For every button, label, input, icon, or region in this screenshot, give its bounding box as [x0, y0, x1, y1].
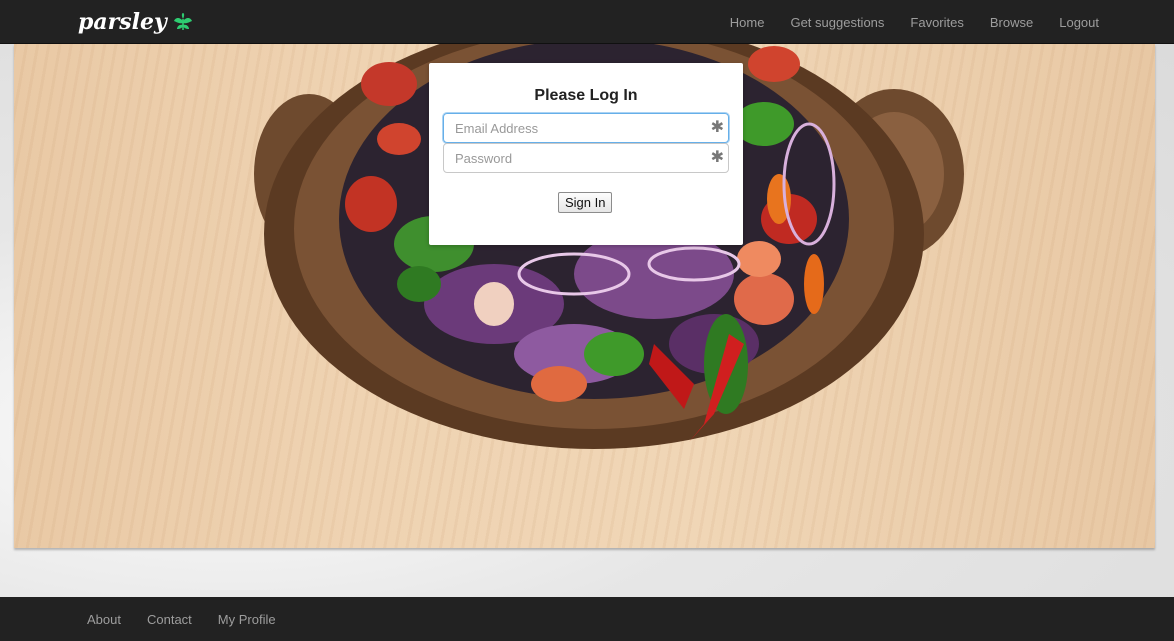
asterisk-icon: ✱ [710, 119, 724, 136]
nav-browse[interactable]: Browse [977, 15, 1046, 30]
asterisk-icon: ✱ [710, 149, 724, 166]
password-field-wrapper: ✱ [443, 143, 729, 173]
footer-my-profile[interactable]: My Profile [205, 612, 289, 627]
footer-contact[interactable]: Contact [134, 612, 205, 627]
login-card: Please Log In ✱ ✱ Sign In [429, 63, 743, 245]
brand-name: parsley [78, 9, 167, 35]
brand-logo[interactable]: parsley [78, 8, 193, 36]
footer-about[interactable]: About [74, 612, 134, 627]
nav-links: Home Get suggestions Favorites Browse Lo… [717, 0, 1112, 44]
email-input[interactable] [444, 114, 728, 142]
nav-logout[interactable]: Logout [1046, 15, 1112, 30]
parsley-leaf-icon [173, 13, 193, 31]
top-navbar: parsley Home Get suggestions Favorites B… [0, 0, 1174, 44]
footer-links: About Contact My Profile [74, 597, 289, 641]
footer: About Contact My Profile [0, 597, 1174, 641]
password-input[interactable] [444, 144, 728, 172]
email-field-wrapper: ✱ [443, 113, 729, 143]
nav-home[interactable]: Home [717, 15, 778, 30]
nav-favorites[interactable]: Favorites [897, 15, 976, 30]
sign-in-button[interactable]: Sign In [558, 192, 613, 213]
login-title: Please Log In [534, 87, 638, 104]
nav-get-suggestions[interactable]: Get suggestions [777, 15, 897, 30]
